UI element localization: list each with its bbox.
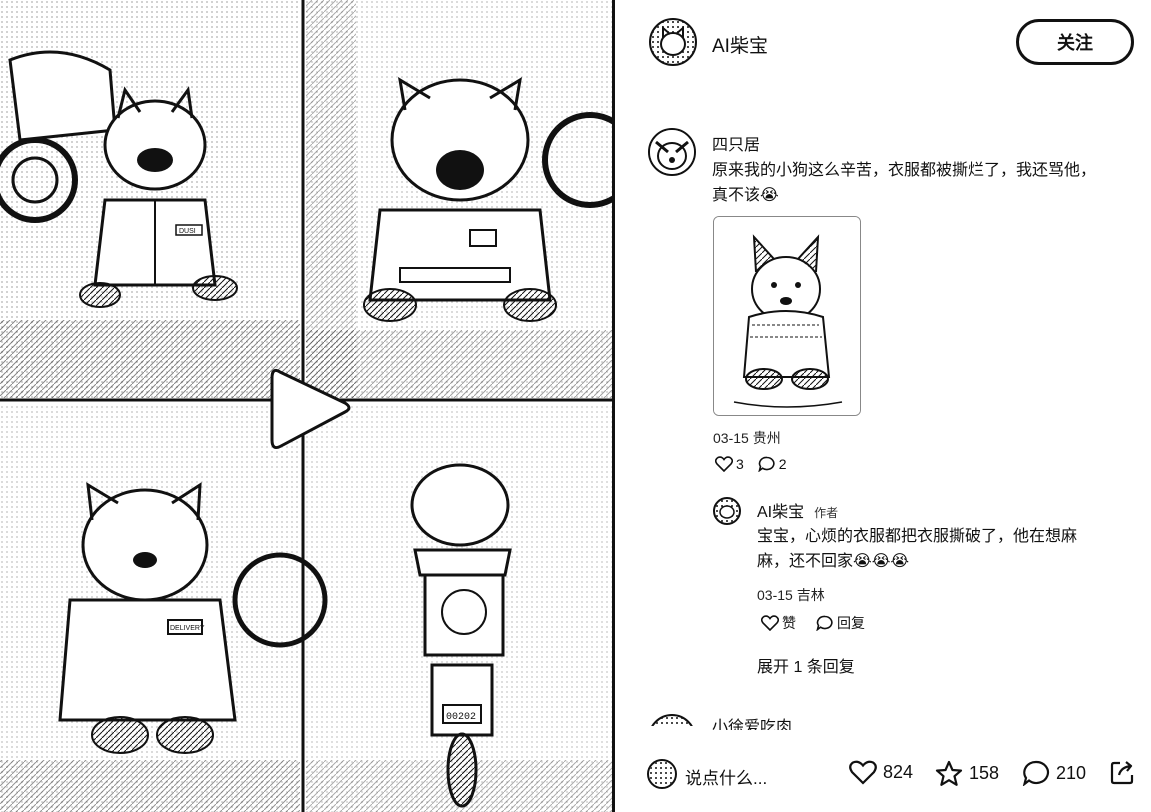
comments-panel: AI柴宝 关注 四只居 原来我的小狗这么辛苦，衣服都被撕烂了，我还骂他， 真不该… <box>615 0 1151 812</box>
author-tag: 作者 <box>814 506 839 520</box>
comment-text: 原来我的小狗这么辛苦，衣服都被撕烂了，我还骂他， 真不该😭 <box>712 162 1097 204</box>
svg-text:DUSI: DUSI <box>179 228 196 235</box>
reply-actions: 赞 回复 <box>761 613 865 633</box>
commenter-avatar[interactable] <box>648 128 696 176</box>
star-icon <box>935 760 963 786</box>
comment-meta: 03-15 贵州 <box>713 430 781 446</box>
reply-button[interactable]: 2 <box>758 456 787 472</box>
comment-icon <box>816 615 833 631</box>
comment-input[interactable]: 说点什么... <box>685 764 767 789</box>
heart-icon <box>715 456 733 472</box>
reply-author-name[interactable]: AI柴宝 作者 <box>757 498 838 522</box>
post-comment-button[interactable]: 210 <box>1022 760 1086 786</box>
reply-reply-button[interactable]: 回复 <box>816 613 865 633</box>
heart-icon <box>849 760 877 785</box>
author-avatar[interactable] <box>649 18 697 66</box>
commenter-name[interactable]: 四只居 <box>712 131 760 155</box>
svg-text:DELIVERY: DELIVERY <box>170 625 205 632</box>
post-comment-count: 210 <box>1056 762 1087 783</box>
post-media[interactable]: DUSI DELIVERY 00202 <box>0 0 612 812</box>
comment-image[interactable] <box>713 216 861 416</box>
post-like-button[interactable]: 824 <box>849 760 913 785</box>
panel-dog-crying-sitting: DUSI <box>0 0 300 398</box>
panel-dog-riding-motorbike: 00202 <box>306 403 612 812</box>
image-collage: DUSI DELIVERY 00202 <box>0 0 612 812</box>
svg-text:00202: 00202 <box>446 712 476 723</box>
comment-icon <box>758 456 775 472</box>
heart-icon <box>761 615 779 631</box>
panel-dog-wiping-tears: DELIVERY <box>0 403 328 812</box>
post-like-count: 824 <box>883 762 914 782</box>
author-name[interactable]: AI柴宝 <box>712 31 768 58</box>
crying-emoji: 😭 <box>760 187 779 204</box>
reply-author-avatar[interactable] <box>713 497 741 525</box>
panel-dog-crying-uniform <box>306 0 612 398</box>
comment-actions: 3 2 <box>715 456 787 472</box>
crying-emoji-group: 😭😭😭 <box>853 553 910 570</box>
post-favorite-button[interactable]: 158 <box>935 760 999 787</box>
reply-text: 宝宝，心烦的衣服都把衣服撕破了，他在想麻 麻，还不回家😭😭😭 <box>757 528 1078 570</box>
comment-icon <box>1022 760 1049 786</box>
like-count: 3 <box>736 456 744 472</box>
reply-like-button[interactable]: 赞 <box>761 613 796 633</box>
follow-button[interactable]: 关注 <box>1016 19 1134 65</box>
reply-count: 2 <box>778 456 787 472</box>
reply-meta: 03-15 吉林 <box>757 587 825 603</box>
expand-replies-link[interactable]: 展开 1 条回复 <box>757 653 855 677</box>
commenter-name[interactable]: 小徐爱吃肉 <box>712 713 792 730</box>
post-favorite-count: 158 <box>969 763 1000 783</box>
my-avatar <box>647 759 677 789</box>
share-button[interactable] <box>1109 760 1135 791</box>
share-icon <box>1110 761 1134 785</box>
like-button[interactable]: 3 <box>715 456 744 472</box>
bottom-action-bar: 说点什么... 824 158 210 <box>615 752 1151 798</box>
